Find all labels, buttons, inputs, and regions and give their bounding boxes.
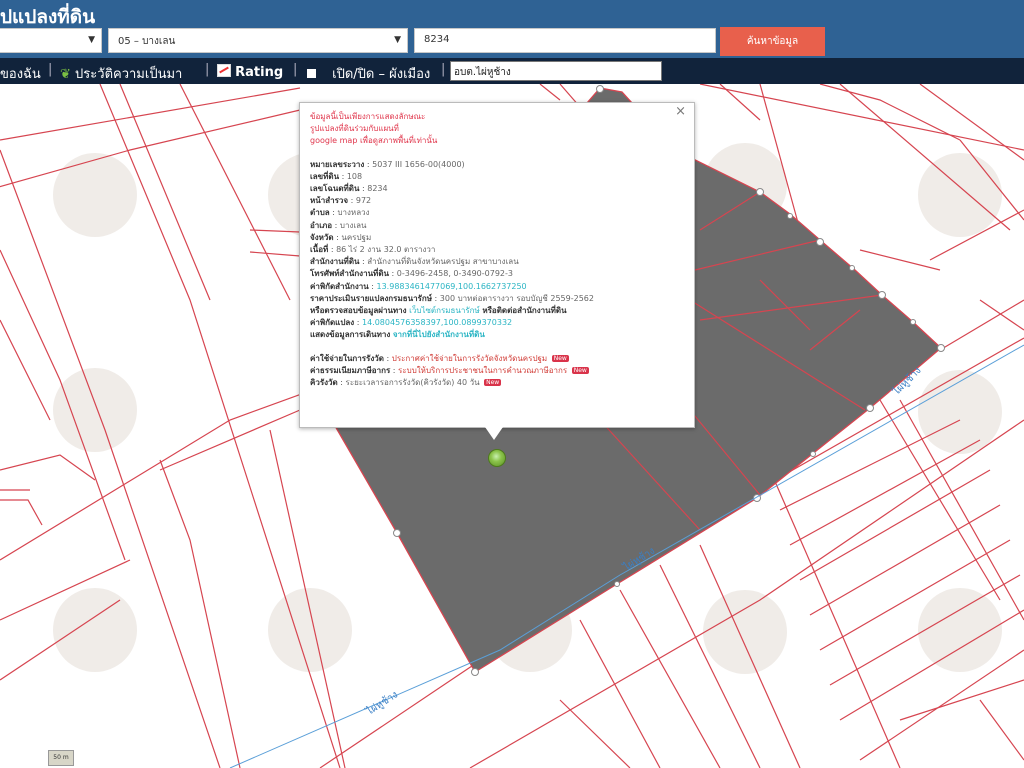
- field-value: 5037 III 1656-00(4000): [372, 159, 465, 169]
- survey-cost-link[interactable]: ประกาศค่าใช้จ่ายในการรังวัดจังหวัดนครปฐม: [392, 354, 547, 363]
- route-row: แสดงข้อมูลการเดินทาง จากที่นี่ไปยังสำนัก…: [310, 329, 694, 341]
- field-label: จังหวัด: [310, 232, 334, 242]
- field-label: หมายเลขระวาง: [310, 159, 365, 169]
- province-select[interactable]: ▼: [0, 28, 102, 53]
- notice-line: ข้อมูลนี้เป็นเพียงการแสดงลักษณะ: [310, 112, 426, 121]
- parcel-number-input[interactable]: 8234: [414, 28, 716, 53]
- toolbar-item-rating-label: Rating: [235, 65, 284, 80]
- parcel-field-row: อำเภอ : บางเลน: [310, 220, 367, 230]
- field-value: 972: [355, 196, 372, 206]
- new-badge: New: [484, 379, 502, 387]
- survey-cost-row: ค่าใช้จ่ายในการรังวัด : ประกาศค่าใช้จ่าย…: [310, 353, 569, 363]
- checkbox-icon[interactable]: [307, 69, 316, 78]
- parcel-field-row: หน้าสำรวจ : 972: [310, 196, 372, 206]
- map-toolbar: ของฉัน | ❦ ประวัติความเป็นมา | Rating | …: [0, 58, 1024, 84]
- chevron-down-icon: ▼: [394, 35, 401, 45]
- parcel-field-row: เลขโฉนดที่ดิน : 8234: [310, 184, 388, 194]
- field-label: ราคาประเมินรายแปลงกรมธนารักษ์: [310, 293, 432, 303]
- treasury-row: หรือตรวจสอบข้อมูลผ่านทาง เว็บไซต์กรมธนาร…: [310, 305, 694, 317]
- parcel-info-popup: × ข้อมูลนี้เป็นเพียงการแสดงลักษณะ รูปแปล…: [299, 102, 695, 428]
- parcel-coord-label: ค่าพิกัดแปลง: [310, 318, 355, 328]
- tax-fee-label: ค่าธรรมเนียมภาษีอากร: [310, 365, 391, 375]
- new-badge: New: [571, 366, 589, 374]
- field-value: นครปฐม: [341, 232, 372, 242]
- field-value: 86 ไร่ 2 งาน 32.0 ตารางวา: [336, 245, 436, 255]
- search-button[interactable]: ค้นหาข้อมูล: [720, 27, 825, 56]
- parcel-field-row: ค่าพิกัดสำนักงาน : 13.9883461477069,100.…: [310, 281, 527, 291]
- close-icon[interactable]: ×: [675, 105, 686, 118]
- field-value: 108: [346, 171, 363, 181]
- toolbar-item-history-label: ประวัติความเป็นมา: [75, 67, 183, 82]
- treasury-suffix: หรือติดต่อสำนักงานที่ดิน: [482, 306, 567, 316]
- location-search-input[interactable]: อบต.ไผ่หูช้าง: [450, 61, 662, 81]
- field-label: อำเภอ: [310, 220, 333, 230]
- field-label: เนื้อที่: [310, 245, 329, 255]
- new-badge: New: [551, 354, 569, 362]
- parcel-coord-row: ค่าพิกัดแปลง : 14.0804576358397,100.0899…: [310, 318, 513, 328]
- route-label: แสดงข้อมูลการเดินทาง: [310, 330, 391, 340]
- district-select-value: 05 – บางเลน: [118, 36, 176, 47]
- map-scale: 50 m: [48, 750, 74, 766]
- district-select[interactable]: 05 – บางเลน ▼: [108, 28, 408, 53]
- parcel-field-row: สำนักงานที่ดิน : สำนักงานที่ดินจังหวัดนค…: [310, 257, 519, 267]
- sprout-icon: ❦: [60, 67, 71, 82]
- field-value: บางเลน: [339, 220, 367, 230]
- field-value: 8234: [367, 184, 388, 194]
- parcel-field-row: โทรศัพท์สำนักงานที่ดิน : 0-3496-2458, 0-…: [310, 269, 513, 279]
- field-label: เลขที่ดิน: [310, 171, 340, 181]
- parcel-field-row: ตำบล : บางหลวง: [310, 208, 370, 218]
- field-label: หน้าสำรวจ: [310, 196, 349, 206]
- field-label: เลขโฉนดที่ดิน: [310, 184, 360, 194]
- chart-icon: [217, 64, 231, 77]
- notice-line: รูปแปลงที่ดินร่วมกับแผนที่: [310, 124, 399, 134]
- route-link[interactable]: จากที่นี่ไปยังสำนักงานที่ดิน: [393, 330, 485, 339]
- parcel-field-row: เลขที่ดิน : 108: [310, 171, 363, 181]
- field-label: สำนักงานที่ดิน: [310, 257, 360, 267]
- toolbar-item-rating[interactable]: Rating: [217, 63, 283, 80]
- toolbar-divider: |: [205, 62, 210, 77]
- popup-pointer: [485, 427, 503, 440]
- parcel-coord-link[interactable]: 14.0804576358397,100.0899370332: [362, 318, 512, 327]
- chevron-down-icon: ▼: [88, 35, 95, 45]
- survey-queue-row: คิวรังวัด : ระยะเวลารอการรังวัด(คิวรังวั…: [310, 378, 502, 388]
- field-label: ตำบล: [310, 208, 330, 218]
- survey-queue-value: ระยะเวลารอการรังวัด(คิวรังวัด) 40 วัน: [345, 378, 480, 388]
- toolbar-item-city-plan-label: เปิด/ปิด – ผังเมือง: [332, 67, 431, 82]
- field-label: ค่าพิกัดสำนักงาน: [310, 281, 369, 291]
- field-value: บางหลวง: [337, 208, 370, 218]
- treasury-prefix: หรือตรวจสอบข้อมูลผ่านทาง: [310, 306, 407, 316]
- tax-fee-link[interactable]: ระบบให้บริการประชาชนในการคำนวณภาษีอากร: [398, 366, 567, 375]
- field-value: 0-3496-2458, 0-3490-0792-3: [396, 269, 513, 279]
- toolbar-item-my[interactable]: ของฉัน: [0, 63, 41, 84]
- toolbar-divider: |: [48, 62, 53, 77]
- toolbar-divider: |: [293, 62, 298, 77]
- field-label: โทรศัพท์สำนักงานที่ดิน: [310, 269, 389, 279]
- survey-queue-label: คิวรังวัด: [310, 378, 338, 388]
- map-marker-icon[interactable]: [488, 449, 506, 467]
- notice-line: google map เพื่อดูสภาพพื้นที่เท่านั้น: [310, 136, 438, 146]
- toolbar-item-history[interactable]: ❦ ประวัติความเป็นมา: [60, 63, 182, 84]
- survey-cost-label: ค่าใช้จ่ายในการรังวัด: [310, 353, 384, 363]
- field-value: 300 บาทต่อตารางวา รอบบัญชี 2559-2562: [439, 293, 594, 303]
- parcel-field-row: เนื้อที่ : 86 ไร่ 2 งาน 32.0 ตารางวา: [310, 245, 436, 255]
- parcel-field-row: จังหวัด : นครปฐม: [310, 232, 372, 242]
- tax-fee-row: ค่าธรรมเนียมภาษีอากร : ระบบให้บริการประช…: [310, 365, 589, 375]
- parcel-number-value: 8234: [424, 34, 450, 45]
- toolbar-divider: |: [441, 62, 446, 77]
- field-value[interactable]: 13.9883461477069,100.1662737250: [377, 282, 527, 291]
- treasury-link[interactable]: เว็บไซต์กรมธนารักษ์: [409, 306, 480, 315]
- toolbar-item-city-plan-toggle[interactable]: เปิด/ปิด – ผังเมือง: [307, 63, 430, 84]
- header-bar: ูปแปลงที่ดิน ▼ 05 – บางเลน ▼ 8234 ค้นหาข…: [0, 0, 1024, 58]
- field-value: สำนักงานที่ดินจังหวัดนครปฐม สาขาบางเลน: [367, 257, 519, 267]
- parcel-field-list: หมายเลขระวาง : 5037 III 1656-00(4000) เลข…: [310, 159, 694, 305]
- parcel-field-row: ราคาประเมินรายแปลงกรมธนารักษ์ : 300 บาทต…: [310, 293, 594, 303]
- parcel-field-row: หมายเลขระวาง : 5037 III 1656-00(4000): [310, 159, 465, 169]
